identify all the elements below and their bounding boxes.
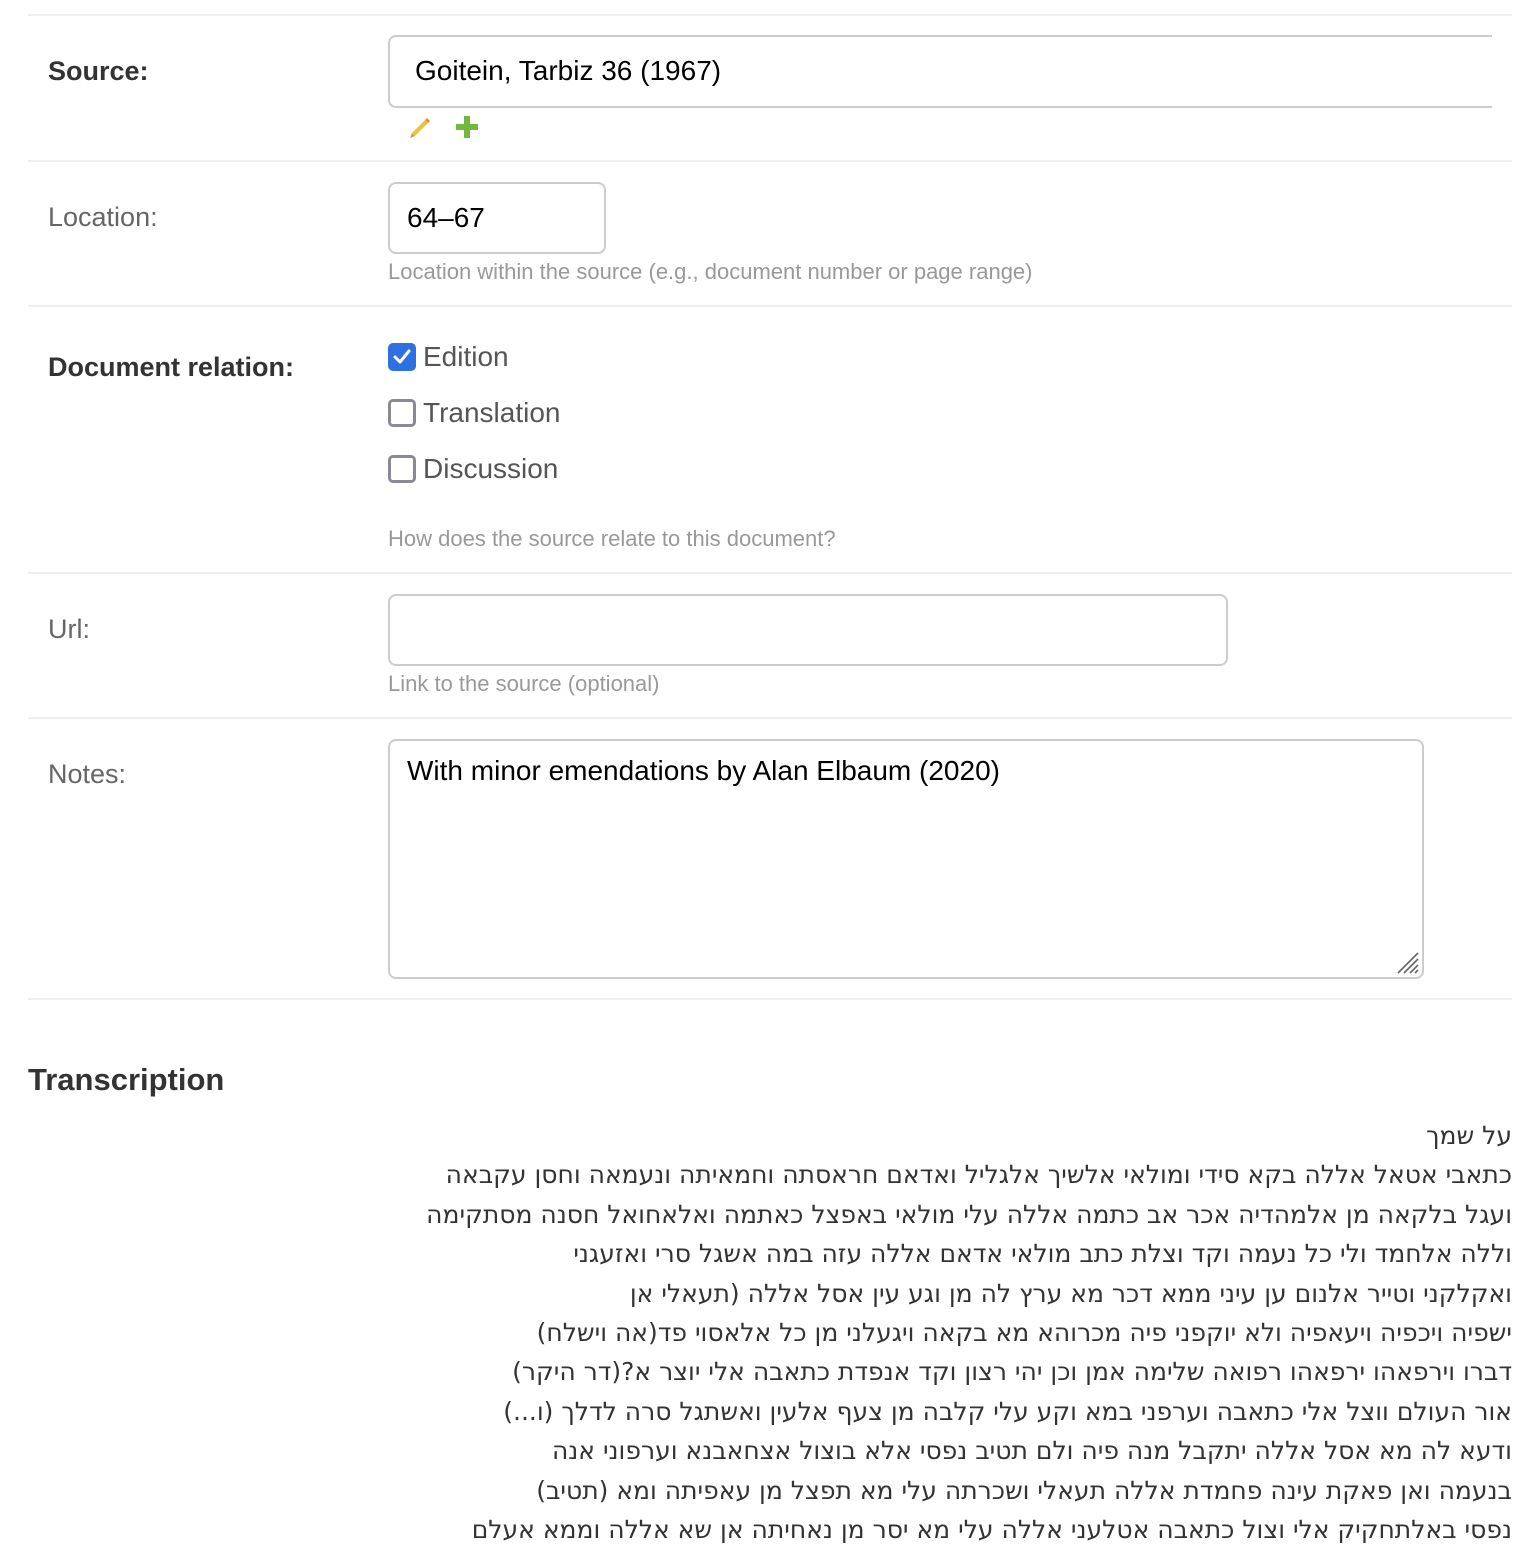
source-label: Source: bbox=[48, 56, 149, 86]
location-help-text: Location within the source (e.g., docume… bbox=[388, 259, 1033, 284]
pencil-icon[interactable] bbox=[406, 113, 434, 141]
url-label: Url: bbox=[48, 614, 90, 644]
transcription-line: כתאבי אטאל אללה בקא סידי ומולאי אלשיך אל… bbox=[445, 1160, 1512, 1190]
document-relation-label: Document relation: bbox=[48, 352, 295, 382]
transcription-line: דברו וירפאהו ירפאהו רפואה שלימה אמן וכן … bbox=[512, 1357, 1512, 1387]
translation-checkbox[interactable] bbox=[388, 399, 416, 427]
transcription-line: ודעא לה מא אסל אללה יתקבל מנה פיה ולם תט… bbox=[551, 1436, 1512, 1466]
notes-text: With minor emendations by Alan Elbaum (2… bbox=[407, 755, 1000, 786]
transcription-line: ישפיה ויכפיה ויעאפיה ולא יוקפני פיה מכרו… bbox=[536, 1318, 1512, 1348]
relation-option-translation[interactable]: Translation bbox=[388, 397, 560, 429]
document-relation-help-text: How does the source relate to this docum… bbox=[388, 526, 836, 551]
divider bbox=[28, 14, 1512, 16]
resize-handle-icon[interactable] bbox=[1394, 949, 1420, 975]
divider bbox=[28, 998, 1512, 1000]
transcription-line: בנעמה ואן פאקת עינה פחמדת אללה תעאלי ושכ… bbox=[536, 1475, 1512, 1505]
notes-textarea[interactable]: With minor emendations by Alan Elbaum (2… bbox=[388, 739, 1424, 979]
transcription-heading: Transcription bbox=[28, 1062, 225, 1097]
source-edit-form: Source: Goitein, Tarbiz 36 (1967) Locati… bbox=[0, 0, 1518, 1544]
transcription-line: וללה אלחמד ולי כל נעמה וקד וצלת כתב מולא… bbox=[573, 1239, 1512, 1269]
url-help-text: Link to the source (optional) bbox=[388, 671, 660, 696]
divider bbox=[28, 717, 1512, 719]
source-select[interactable]: Goitein, Tarbiz 36 (1967) bbox=[388, 35, 1492, 108]
transcription-line: ועגל בלקאה מן אלמהדיה אכר אב כתמה אללה ע… bbox=[426, 1199, 1512, 1229]
notes-label: Notes: bbox=[48, 759, 127, 789]
transcription-line: נפסי באלתחקיק אלי וצול כתאבה אטלעני אללה… bbox=[471, 1515, 1512, 1544]
plus-icon[interactable] bbox=[453, 113, 481, 141]
relation-option-edition[interactable]: Edition bbox=[388, 341, 509, 373]
divider bbox=[28, 305, 1512, 307]
location-label: Location: bbox=[48, 202, 158, 232]
transcription-line: אור העולם ווצל אלי כתאבה וערפני במא וקע … bbox=[503, 1396, 1512, 1426]
location-input[interactable]: 64–67 bbox=[388, 182, 606, 254]
transcription-text: על שמך כתאבי אטאל אללה בקא סידי ומולאי א… bbox=[28, 1116, 1512, 1544]
transcription-line: ואקלקני וטייר אלנום ען עיני ממא דכר מא ע… bbox=[629, 1278, 1512, 1308]
divider bbox=[28, 160, 1512, 162]
transcription-line: על שמך bbox=[1426, 1121, 1512, 1150]
translation-label: Translation bbox=[423, 397, 561, 428]
discussion-label: Discussion bbox=[423, 453, 559, 484]
divider bbox=[28, 572, 1512, 574]
url-input[interactable] bbox=[388, 594, 1228, 666]
checkmark-icon bbox=[393, 349, 411, 364]
discussion-checkbox[interactable] bbox=[388, 455, 416, 483]
relation-option-discussion[interactable]: Discussion bbox=[388, 453, 558, 485]
edition-checkbox[interactable] bbox=[388, 343, 416, 371]
edition-label: Edition bbox=[423, 341, 509, 372]
